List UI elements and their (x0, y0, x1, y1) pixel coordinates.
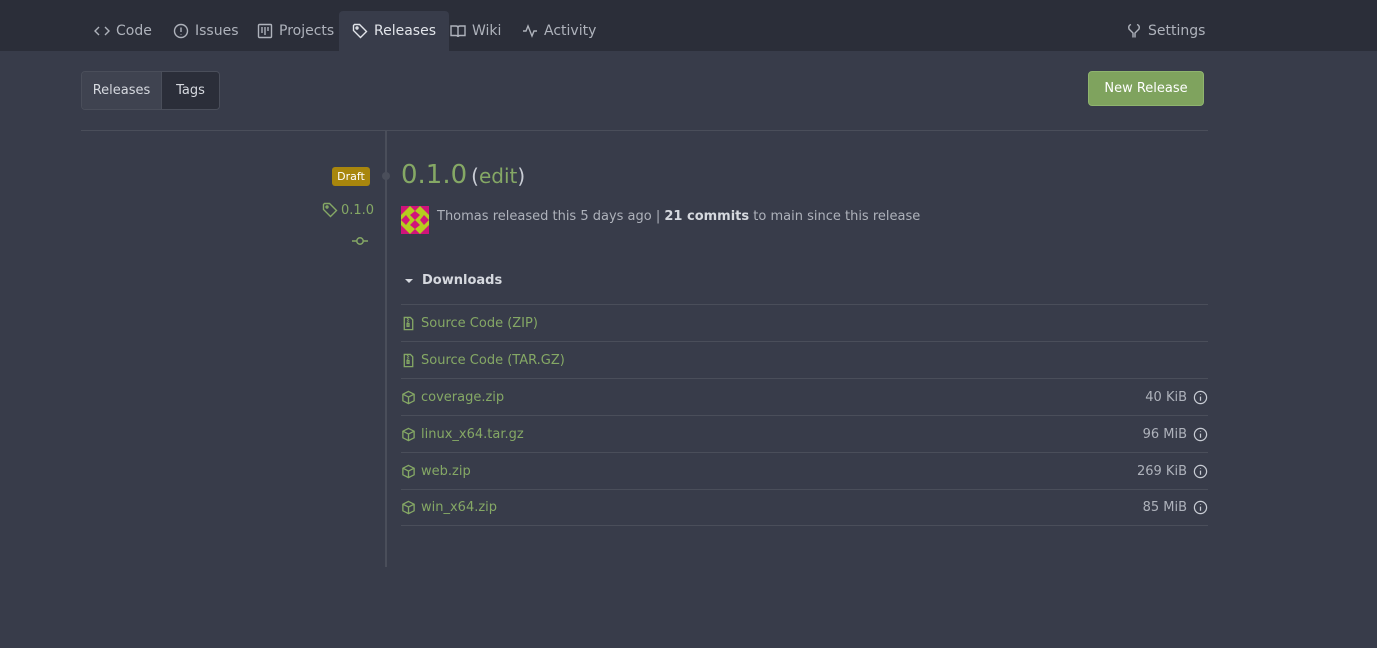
download-row: Source Code (TAR.GZ) (401, 341, 1208, 378)
download-row: coverage.zip 40 KiB (401, 378, 1208, 415)
info-icon[interactable] (1193, 427, 1208, 442)
size-label: 96 MiB (1142, 426, 1187, 442)
segment-tags[interactable]: Tags (162, 72, 219, 109)
download-size: 96 MiB (1143, 427, 1208, 442)
package-icon (402, 390, 415, 404)
download-row: win_x64.zip 85 MiB (401, 489, 1208, 526)
download-row: linux_x64.tar.gz 96 MiB (401, 415, 1208, 452)
release-tag-link[interactable]: 0.1.0 (322, 202, 374, 218)
download-link[interactable]: win_x64.zip (401, 500, 497, 515)
tab-activity[interactable]: Activity (509, 11, 609, 51)
avatar[interactable] (401, 206, 429, 234)
tab-label: Code (116, 23, 152, 39)
divider (81, 130, 1208, 131)
segment-releases[interactable]: Releases (82, 72, 162, 109)
commits-link[interactable]: 21 commits (664, 209, 749, 224)
download-name: web.zip (421, 463, 471, 479)
caret-down-icon (405, 278, 413, 283)
tab-label: Releases (374, 23, 436, 39)
info-icon[interactable] (1193, 500, 1208, 515)
timeline-line (385, 131, 387, 567)
tab-projects[interactable]: Projects (244, 11, 347, 51)
info-icon[interactable] (1193, 464, 1208, 479)
download-link[interactable]: web.zip (401, 464, 471, 479)
tag-icon (322, 202, 338, 218)
book-icon (450, 25, 466, 38)
download-link[interactable]: linux_x64.tar.gz (401, 427, 524, 442)
draft-badge: Draft (332, 167, 370, 186)
released-text: released this 5 days ago | (492, 209, 661, 224)
file-zip-icon (403, 353, 414, 367)
releases-tags-switch: Releases Tags (81, 71, 220, 110)
paren-close: ) (517, 164, 526, 188)
download-row: Source Code (ZIP) (401, 304, 1208, 341)
commit-icon[interactable] (351, 234, 369, 248)
author-name[interactable]: Thomas (437, 209, 489, 224)
project-icon (257, 23, 273, 39)
repo-nav: Code Issues Projects Releases Wiki Activ… (0, 0, 1377, 51)
tab-label: Activity (544, 23, 597, 39)
tag-label: 0.1.0 (341, 202, 375, 218)
tab-releases[interactable]: Releases (339, 11, 449, 51)
release-title: 0.1.0 (edit) (401, 160, 525, 190)
package-icon (402, 464, 415, 478)
info-icon[interactable] (1193, 390, 1208, 405)
downloads-label: Downloads (422, 273, 503, 288)
package-icon (402, 500, 415, 515)
timeline-dot (382, 172, 390, 180)
tag-icon (352, 23, 368, 39)
package-icon (402, 427, 415, 441)
tab-label: Projects (279, 23, 335, 39)
tab-settings[interactable]: Settings (1113, 11, 1218, 51)
download-name: Source Code (TAR.GZ) (421, 352, 565, 368)
download-name: Source Code (ZIP) (421, 315, 538, 331)
new-release-button[interactable]: New Release (1088, 71, 1204, 106)
issue-icon (173, 23, 189, 39)
download-link[interactable]: Source Code (ZIP) (401, 316, 538, 331)
tab-label: Settings (1148, 23, 1206, 39)
commits-suffix: to main since this release (753, 209, 921, 224)
tab-issues[interactable]: Issues (160, 11, 252, 51)
code-icon (94, 26, 110, 36)
download-name: win_x64.zip (421, 500, 498, 515)
download-name: coverage.zip (421, 389, 505, 405)
tab-wiki[interactable]: Wiki (437, 11, 514, 51)
tab-label: Issues (195, 23, 239, 39)
download-name: linux_x64.tar.gz (421, 426, 524, 442)
tab-code[interactable]: Code (81, 11, 165, 51)
paren-open: ( (471, 164, 479, 188)
size-label: 269 KiB (1136, 463, 1187, 479)
tab-label: Wiki (472, 23, 502, 39)
release-meta: Thomas released this 5 days ago | 21 com… (437, 209, 920, 224)
download-link[interactable]: Source Code (TAR.GZ) (401, 353, 565, 368)
size-label: 85 MiB (1142, 500, 1187, 515)
pulse-icon (523, 24, 537, 38)
tools-icon (1128, 23, 1140, 38)
download-row: web.zip 269 KiB (401, 452, 1208, 489)
download-size: 269 KiB (1137, 464, 1208, 479)
edit-link[interactable]: edit (479, 164, 517, 188)
downloads-list: Source Code (ZIP) Source Code (TAR.GZ) cov… (401, 304, 1208, 526)
size-label: 40 KiB (1145, 389, 1187, 405)
release-version[interactable]: 0.1.0 (401, 160, 467, 190)
file-zip-icon (403, 316, 414, 330)
download-size: 40 KiB (1145, 390, 1208, 405)
download-size: 85 MiB (1143, 500, 1208, 515)
downloads-toggle[interactable]: Downloads (404, 273, 502, 288)
download-link[interactable]: coverage.zip (401, 390, 504, 405)
